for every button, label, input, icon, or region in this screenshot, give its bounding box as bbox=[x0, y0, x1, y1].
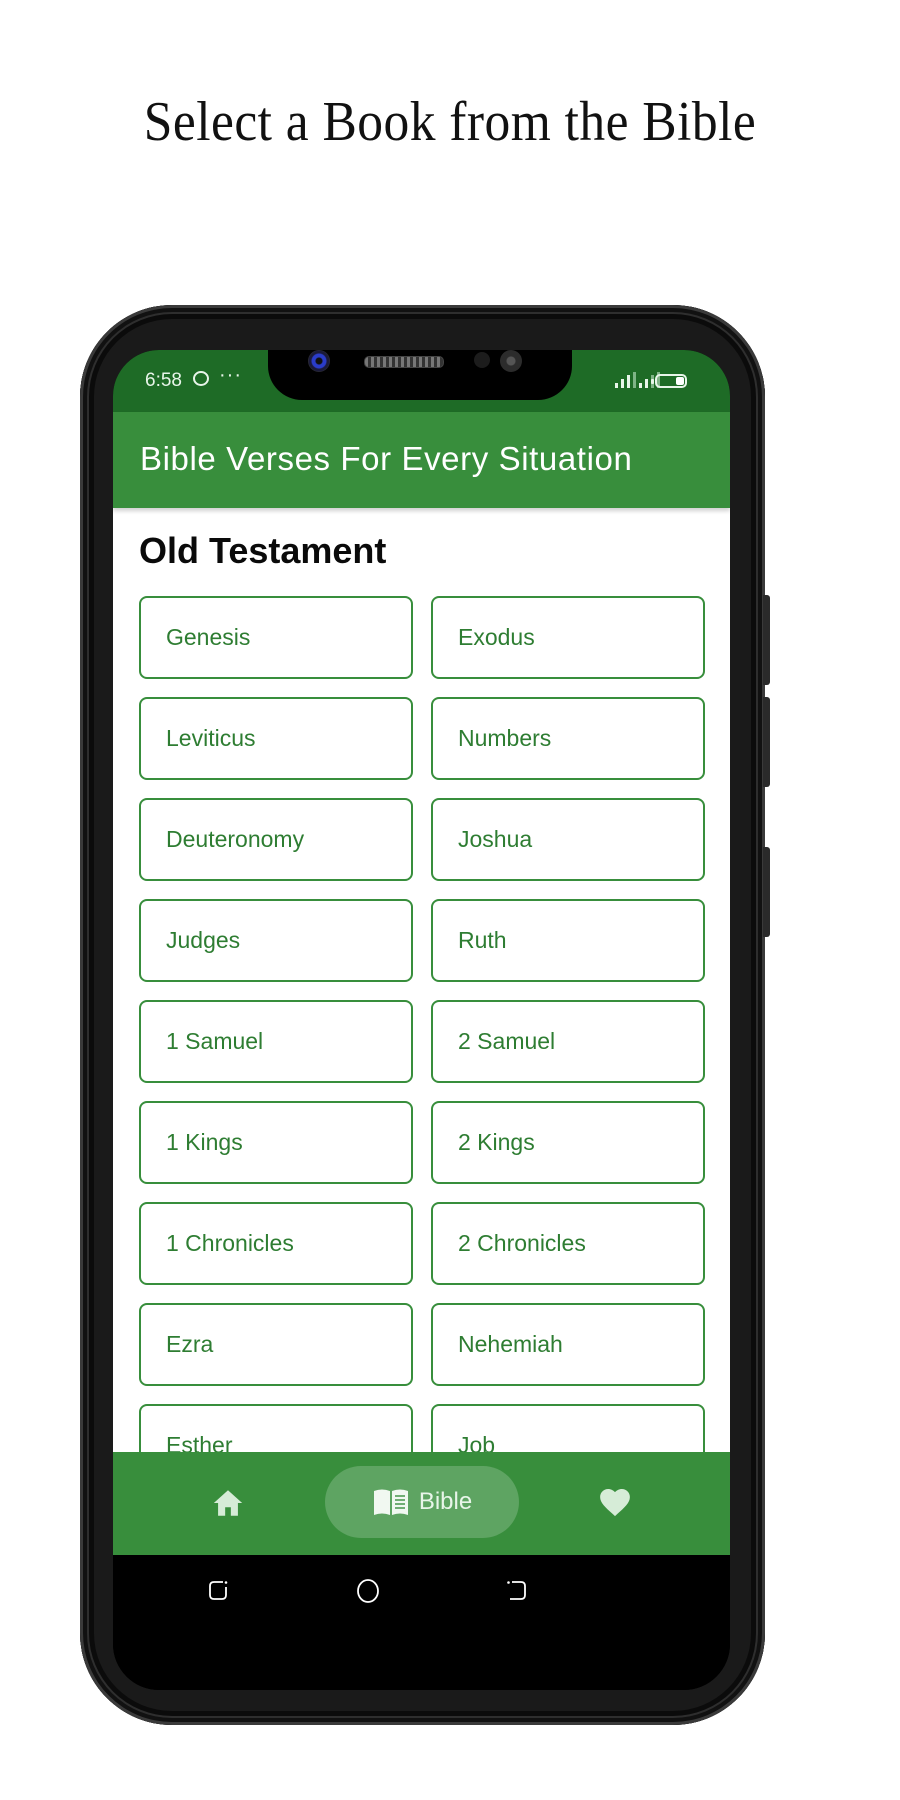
book-button[interactable]: Ezra bbox=[139, 1303, 413, 1386]
status-bar: 6:58 ··· bbox=[113, 350, 730, 412]
book-button[interactable]: 1 Chronicles bbox=[139, 1202, 413, 1285]
home-icon bbox=[213, 1490, 243, 1516]
back-button[interactable] bbox=[504, 1578, 528, 1602]
book-button[interactable]: Numbers bbox=[431, 697, 705, 780]
book-button[interactable]: Exodus bbox=[431, 596, 705, 679]
secondary-camera-icon bbox=[500, 350, 522, 372]
book-grid: Genesis Exodus Leviticus Numbers Deutero… bbox=[139, 596, 705, 1452]
book-list-scroll-area[interactable]: Old Testament Genesis Exodus Leviticus N… bbox=[113, 508, 730, 1452]
book-button[interactable]: 1 Samuel bbox=[139, 1000, 413, 1083]
back-icon bbox=[507, 1581, 526, 1600]
proximity-sensor bbox=[474, 352, 490, 368]
recents-button[interactable] bbox=[207, 1578, 231, 1602]
book-button[interactable]: 2 Kings bbox=[431, 1101, 705, 1184]
phone-side-button bbox=[763, 697, 770, 787]
book-button[interactable]: Genesis bbox=[139, 596, 413, 679]
book-button[interactable]: Esther bbox=[139, 1404, 413, 1452]
system-navigation-bar bbox=[113, 1555, 730, 1690]
status-time: 6:58 bbox=[145, 370, 182, 391]
nav-home-button[interactable] bbox=[211, 1486, 245, 1520]
phone-screen: 6:58 ··· Bible Verses For Every Situatio… bbox=[113, 350, 730, 1690]
book-button[interactable]: 1 Kings bbox=[139, 1101, 413, 1184]
app-title: Bible Verses For Every Situation bbox=[140, 440, 633, 477]
nav-bible-label: Bible bbox=[418, 1488, 473, 1515]
book-button[interactable]: 2 Chronicles bbox=[431, 1202, 705, 1285]
book-button[interactable]: Deuteronomy bbox=[139, 798, 413, 881]
phone-side-button bbox=[763, 847, 770, 937]
chat-bubble-icon bbox=[193, 371, 209, 386]
home-system-button[interactable] bbox=[355, 1578, 379, 1603]
app-bar: Bible Verses For Every Situation bbox=[113, 412, 730, 508]
nav-bible-button[interactable]: Bible bbox=[325, 1466, 519, 1538]
book-button[interactable]: Ruth bbox=[431, 899, 705, 982]
bottom-navigation: Bible bbox=[113, 1452, 730, 1555]
promo-caption: Select a Book from the Bible bbox=[143, 91, 757, 153]
book-button[interactable]: Nehemiah bbox=[431, 1303, 705, 1386]
battery-icon bbox=[651, 374, 687, 388]
home-circle-icon bbox=[357, 1579, 379, 1603]
phone-side-button bbox=[763, 595, 770, 685]
section-heading-old-testament: Old Testament bbox=[139, 530, 387, 571]
heart-icon bbox=[600, 1488, 630, 1517]
book-button[interactable]: Job bbox=[431, 1404, 705, 1452]
book-button[interactable]: Leviticus bbox=[139, 697, 413, 780]
open-book-icon bbox=[373, 1489, 408, 1515]
earpiece-speaker bbox=[364, 356, 444, 368]
front-camera-icon bbox=[308, 350, 330, 372]
signal-icon bbox=[615, 372, 636, 388]
book-button[interactable]: Joshua bbox=[431, 798, 705, 881]
book-button[interactable]: 2 Samuel bbox=[431, 1000, 705, 1083]
book-button[interactable]: Judges bbox=[139, 899, 413, 982]
more-dots-icon: ··· bbox=[219, 364, 242, 386]
display-notch bbox=[268, 350, 572, 400]
nav-favorites-button[interactable] bbox=[598, 1486, 632, 1518]
recents-icon bbox=[209, 1581, 228, 1600]
